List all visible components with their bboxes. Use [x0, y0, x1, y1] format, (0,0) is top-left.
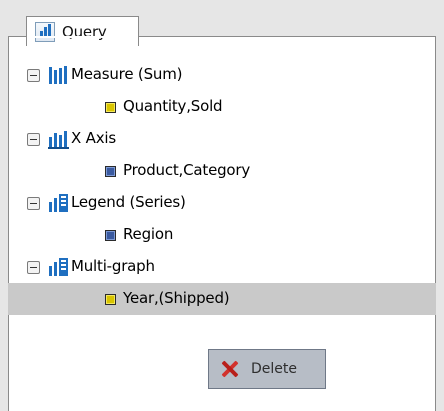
dimension-field-icon [105, 166, 116, 177]
tree-item-product-category[interactable]: Product,Category [8, 155, 436, 187]
tree-group-measure[interactable]: Measure (Sum) [8, 59, 436, 91]
delete-menu-item[interactable]: Delete [209, 350, 325, 388]
collapse-toggle-icon[interactable] [27, 69, 40, 82]
measure-field-icon [105, 102, 116, 113]
tree-group-legend[interactable]: Legend (Series) [8, 187, 436, 219]
tree-group-label: Measure (Sum) [71, 65, 183, 83]
delete-x-icon [221, 360, 239, 378]
multi-graph-chart-icon [49, 258, 68, 276]
chart-icon [35, 21, 55, 42]
tree-group-x-axis[interactable]: X Axis [8, 123, 436, 155]
x-axis-bar-chart-icon [48, 131, 69, 149]
tree-group-label: Legend (Series) [71, 193, 186, 211]
tree-group-multi-graph[interactable]: Multi-graph [8, 251, 436, 283]
dimension-field-icon [105, 230, 116, 241]
context-menu: Delete [208, 349, 326, 389]
tree-item-label: Product,Category [123, 161, 251, 179]
collapse-toggle-icon[interactable] [27, 197, 40, 210]
tree-item-label: Quantity,Sold [123, 97, 223, 115]
tree-item-year-shipped[interactable]: Year,(Shipped) [8, 283, 436, 315]
tree-item-region[interactable]: Region [8, 219, 436, 251]
measure-bar-chart-icon [49, 66, 67, 84]
tree-group-label: Multi-graph [71, 257, 155, 275]
tree-group-label: X Axis [71, 129, 116, 147]
tree-item-label: Year,(Shipped) [123, 289, 230, 307]
tree-item-label: Region [123, 225, 174, 243]
legend-chart-icon [49, 194, 68, 212]
measure-field-icon [105, 294, 116, 305]
collapse-toggle-icon[interactable] [27, 133, 40, 146]
query-tab[interactable]: Query [26, 16, 139, 46]
tree-item-quantity-sold[interactable]: Quantity,Sold [8, 91, 436, 123]
delete-menu-label: Delete [251, 361, 297, 377]
collapse-toggle-icon[interactable] [27, 261, 40, 274]
